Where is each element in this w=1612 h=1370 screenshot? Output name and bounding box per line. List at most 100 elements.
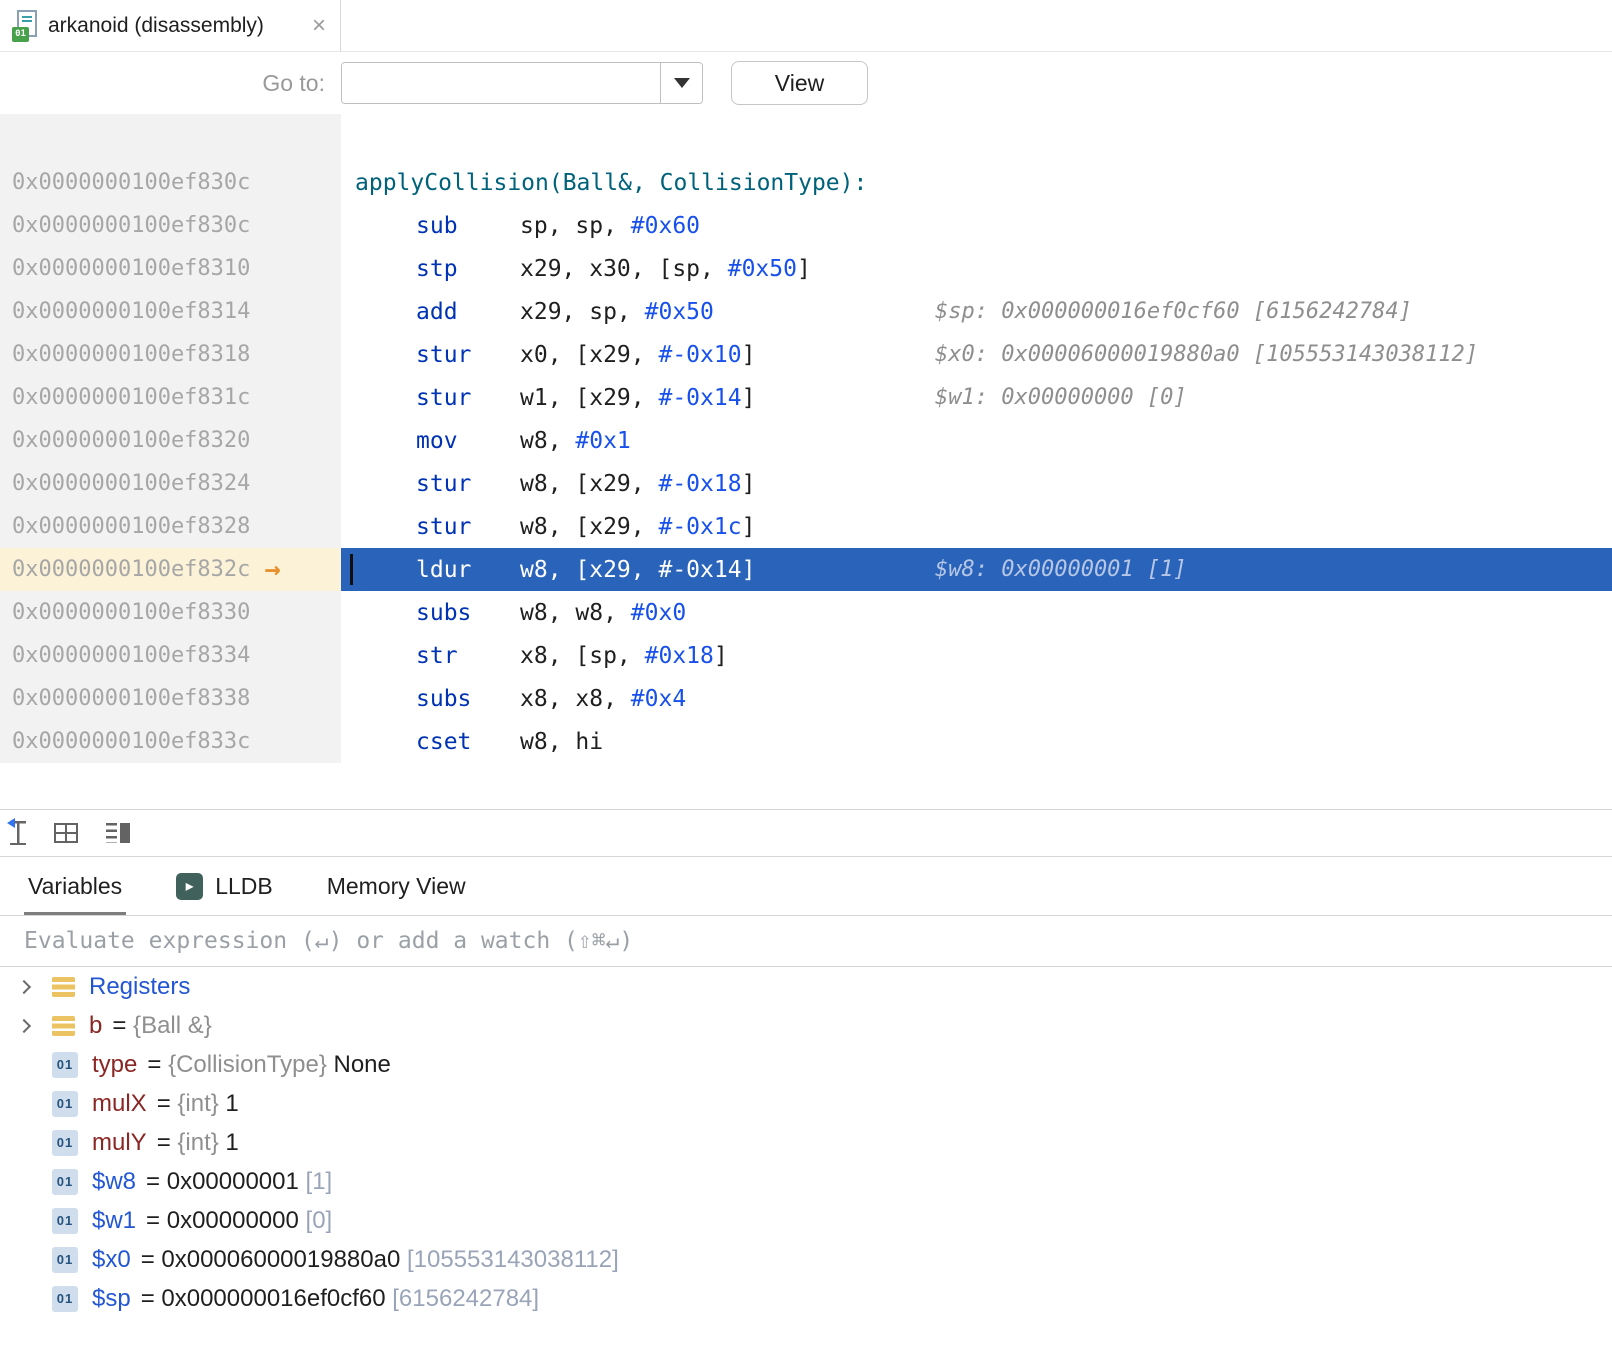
tab-arkanoid-disassembly[interactable]: 01 arkanoid (disassembly) ×	[0, 0, 341, 51]
tab-variables[interactable]: Variables	[28, 857, 122, 915]
disassembly-row[interactable]: 0x0000000100ef8318 sturx0, [x29, #-0x10] $…	[0, 333, 1612, 376]
disassembly-row[interactable]: 0x0000000100ef8324 sturw8, [x29, #-0x18]	[0, 462, 1612, 505]
instruction-line: applyCollision(Ball&, CollisionType):	[341, 161, 1612, 204]
address-gutter[interactable]: 0x0000000100ef8318	[0, 333, 341, 376]
disassembly-row[interactable]: 0x0000000100ef830csubsp, sp, #0x60	[0, 204, 1612, 247]
address-gutter[interactable]: 0x0000000100ef831c	[0, 376, 341, 419]
address-gutter[interactable]: 0x0000000100ef832c→	[0, 548, 341, 591]
disassembly-row[interactable]: 0x0000000100ef833ccsetw8, hi	[0, 720, 1612, 763]
variable-value: = 0x00006000019880a0 [105553143038112]	[141, 1246, 619, 1274]
variable-row[interactable]: 01 $w8 = 0x00000001 [1]	[0, 1162, 1612, 1201]
disassembly-row[interactable]: 0x0000000100ef8310stpx29, x30, [sp, #0x5…	[0, 247, 1612, 290]
goto-combobox[interactable]	[341, 62, 703, 104]
table-view-icon[interactable]	[54, 823, 78, 843]
address-text: 0x0000000100ef8320	[12, 428, 250, 453]
address-text: 0x0000000100ef831c	[12, 385, 250, 410]
expand-toggle[interactable]	[0, 982, 52, 992]
register-value-comment: $x0: 0x00006000019880a0 [105553143038112…	[935, 342, 1478, 367]
variable-value: = {Ball &}	[112, 1012, 211, 1040]
variable-value: = {int} 1	[157, 1090, 239, 1118]
address-gutter[interactable]: 0x0000000100ef8324	[0, 462, 341, 505]
instruction-line: addx29, sp, #0x50$sp: 0x000000016ef0cf60…	[341, 290, 1612, 333]
disassembly-row[interactable]: 0x0000000100ef8320 movw8, #0x1	[0, 419, 1612, 462]
variable-name: $x0	[92, 1246, 131, 1274]
function-label: applyCollision(Ball&, CollisionType):	[355, 170, 867, 196]
variable-name: $w8	[92, 1168, 136, 1196]
disassembly-row[interactable]: 0x0000000100ef8330subsw8, w8, #0x0	[0, 591, 1612, 634]
goto-dropdown-button[interactable]	[660, 63, 702, 103]
mnemonic: cset	[416, 729, 520, 755]
disassembly-row[interactable]: 0x0000000100ef8338subsx8, x8, #0x4	[0, 677, 1612, 720]
variable-value: = {CollisionType} None	[147, 1051, 391, 1079]
variable-row[interactable]: 01mulX= {int} 1	[0, 1084, 1612, 1123]
evaluate-expression-row	[0, 915, 1612, 967]
address-gutter[interactable]: 0x0000000100ef8328	[0, 505, 341, 548]
address-text: 0x0000000100ef8318	[12, 342, 250, 367]
variable-row[interactable]: b = {Ball &}	[0, 1006, 1612, 1045]
mnemonic: subs	[416, 600, 520, 626]
disassembly-row[interactable]: 0x0000000100ef832c→ldurw8, [x29, #-0x14]…	[0, 548, 1612, 591]
goto-bar: Go to: View	[0, 52, 1612, 114]
variable-row[interactable]: 01$sp= 0x000000016ef0cf60 [6156242784]	[0, 1279, 1612, 1318]
variable-name: b	[89, 1012, 102, 1040]
address-gutter[interactable]: 0x0000000100ef830c	[0, 204, 341, 247]
disassembly-row[interactable]: 0x0000000100ef8328sturw8, [x29, #-0x1c]	[0, 505, 1612, 548]
instruction-line: movw8, #0x1	[341, 419, 1612, 462]
variable-value: = {int} 1	[157, 1129, 239, 1157]
primitive-value-icon: 01	[52, 1286, 78, 1312]
tab-lldb[interactable]: ▸ LLDB	[176, 857, 273, 915]
variable-name: type	[92, 1051, 137, 1079]
address-text: 0x0000000100ef832c	[12, 557, 250, 582]
operands: w1, [x29, #-0x14]	[520, 385, 755, 411]
disassembly-row[interactable]: 0x0000000100ef831csturw1, [x29, #-0x14]$…	[0, 376, 1612, 419]
variable-row[interactable]: Registers	[0, 967, 1612, 1006]
evaluate-expression-input[interactable]	[0, 916, 1612, 966]
primitive-value-icon: 01	[52, 1208, 78, 1234]
instruction-line: sturw1, [x29, #-0x14]$w1: 0x00000000 [0]	[341, 376, 1612, 419]
address-text: 0x0000000100ef8330	[12, 600, 250, 625]
debugger-toolbar	[0, 809, 1612, 857]
address-text: 0x0000000100ef830c	[12, 170, 250, 195]
register-value-comment: $sp: 0x000000016ef0cf60 [6156242784]	[935, 299, 1412, 324]
register-value-comment: $w1: 0x00000000 [0]	[935, 385, 1187, 410]
variable-value: = 0x00000001 [1]	[146, 1168, 332, 1196]
primitive-value-icon: 01	[52, 1247, 78, 1273]
address-gutter[interactable]: 0x0000000100ef8310	[0, 247, 341, 290]
detail-view-icon[interactable]	[106, 823, 130, 843]
address-gutter[interactable]: 0x0000000100ef830c	[0, 161, 341, 204]
address-text: 0x0000000100ef8338	[12, 686, 250, 711]
variable-value: = 0x000000016ef0cf60 [6156242784]	[141, 1285, 539, 1313]
mnemonic: stur	[416, 471, 520, 497]
disassembly-file-icon: 01	[12, 10, 38, 42]
disassembly-window: 01 arkanoid (disassembly) × Go to: View …	[0, 0, 1612, 1318]
variable-row[interactable]: 01mulY= {int} 1	[0, 1123, 1612, 1162]
group-icon	[52, 977, 75, 997]
mnemonic: str	[416, 643, 520, 669]
address-gutter[interactable]: 0x0000000100ef8334	[0, 634, 341, 677]
address-gutter[interactable]: 0x0000000100ef8320	[0, 419, 341, 462]
tab-memory-view[interactable]: Memory View	[327, 857, 466, 915]
mnemonic: stur	[416, 342, 520, 368]
variable-row[interactable]: 01$w1= 0x00000000 [0]	[0, 1201, 1612, 1240]
address-gutter[interactable]: 0x0000000100ef833c	[0, 720, 341, 763]
address-gutter[interactable]: 0x0000000100ef8330	[0, 591, 341, 634]
tab-close-icon[interactable]: ×	[312, 14, 326, 38]
primitive-value-icon: 01	[52, 1169, 78, 1195]
text-cursor-icon[interactable]	[10, 821, 26, 845]
address-gutter[interactable]: 0x0000000100ef8314	[0, 290, 341, 333]
mnemonic: subs	[416, 686, 520, 712]
variable-row[interactable]: 01 $x0 = 0x00006000019880a0 [1055531430381…	[0, 1240, 1612, 1279]
mnemonic: ldur	[416, 557, 520, 583]
variable-row[interactable]: 01type= {CollisionType} None	[0, 1045, 1612, 1084]
operands: w8, [x29, #-0x18]	[520, 471, 755, 497]
disassembly-row[interactable]: 0x0000000100ef830c applyCollision(Ball&, …	[0, 161, 1612, 204]
mnemonic: mov	[416, 428, 520, 454]
binary-badge: 01	[12, 27, 29, 42]
view-button[interactable]: View	[731, 61, 868, 105]
disassembly-row[interactable]: 0x0000000100ef8334strx8, [sp, #0x18]	[0, 634, 1612, 677]
operands: x0, [x29, #-0x10]	[520, 342, 755, 368]
address-gutter[interactable]: 0x0000000100ef8338	[0, 677, 341, 720]
goto-input[interactable]	[342, 63, 660, 103]
expand-toggle[interactable]	[0, 1021, 52, 1031]
disassembly-row[interactable]: 0x0000000100ef8314addx29, sp, #0x50$sp: …	[0, 290, 1612, 333]
